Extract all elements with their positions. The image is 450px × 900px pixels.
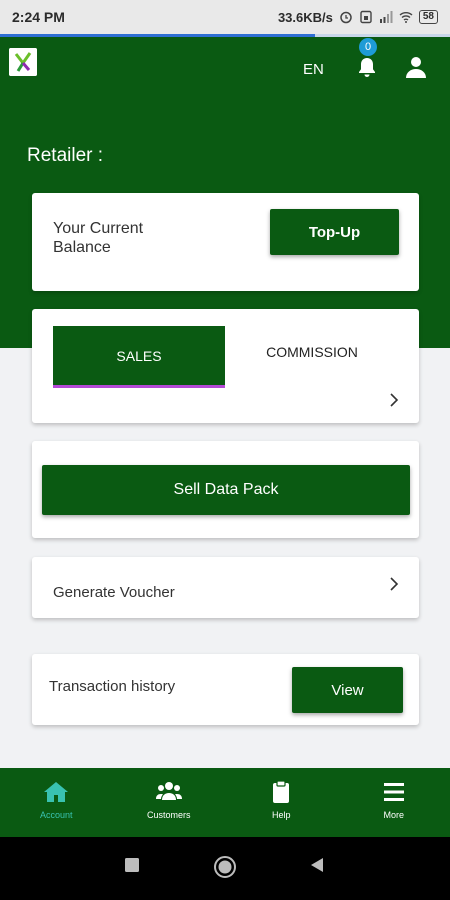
app-logo (9, 48, 37, 76)
alarm-icon (340, 11, 352, 24)
nav-help[interactable]: Help (225, 768, 338, 837)
balance-card: Your Current Balance Top-Up (32, 193, 419, 291)
clipboard-icon (273, 780, 290, 803)
notification-bell-icon[interactable] (356, 56, 378, 78)
nav-label: Customers (146, 810, 191, 820)
language-selector[interactable]: EN (303, 61, 324, 78)
recents-square-icon[interactable] (124, 857, 140, 873)
nav-label: More (383, 810, 404, 820)
chevron-right-icon[interactable] (388, 392, 400, 408)
nav-label: Account (39, 810, 73, 820)
view-history-button[interactable]: View (292, 667, 403, 713)
battery-indicator: 58 (418, 10, 438, 24)
current-balance-label: Your Current Balance (53, 220, 144, 256)
nav-account[interactable]: Account (0, 768, 113, 837)
generate-voucher-card[interactable]: Generate Voucher (32, 557, 419, 618)
generate-voucher-label: Generate Voucher (53, 584, 175, 601)
status-right: 33.6KB/s 58 (278, 10, 438, 25)
nav-label: Help (271, 810, 291, 820)
home-icon (44, 782, 69, 802)
transaction-history-label: Transaction history (49, 678, 176, 695)
nav-customers[interactable]: Customers (113, 768, 226, 837)
status-time: 2:24 PM (12, 9, 65, 25)
topup-button[interactable]: Top-Up (270, 209, 399, 255)
status-bar: 2:24 PM 33.6KB/s 58 (0, 0, 450, 34)
chevron-right-icon (390, 577, 399, 591)
system-navigation-bar (0, 837, 450, 900)
tab-commission[interactable]: COMMISSION (225, 326, 399, 378)
home-circle-icon[interactable] (213, 855, 237, 879)
network-speed: 33.6KB/s (277, 9, 333, 25)
bottom-navigation: Account Customers Help More (0, 768, 450, 837)
transaction-history-card: Transaction history View (32, 654, 419, 725)
back-triangle-icon[interactable] (309, 857, 325, 873)
sales-commission-card: SALES COMMISSION (32, 309, 419, 423)
retailer-heading: Retailer : (27, 145, 104, 166)
notification-badge: 0 (359, 38, 377, 56)
people-icon (155, 782, 182, 800)
sell-data-pack-card: Sell Data Pack (32, 441, 419, 538)
signal-icon (379, 11, 393, 23)
tab-sales[interactable]: SALES (53, 326, 225, 388)
nav-more[interactable]: More (338, 768, 450, 837)
wifi-icon (399, 12, 413, 23)
profile-icon[interactable] (404, 55, 428, 79)
sim-icon (360, 10, 372, 24)
menu-icon (383, 783, 404, 801)
sell-data-pack-button[interactable]: Sell Data Pack (42, 465, 410, 515)
